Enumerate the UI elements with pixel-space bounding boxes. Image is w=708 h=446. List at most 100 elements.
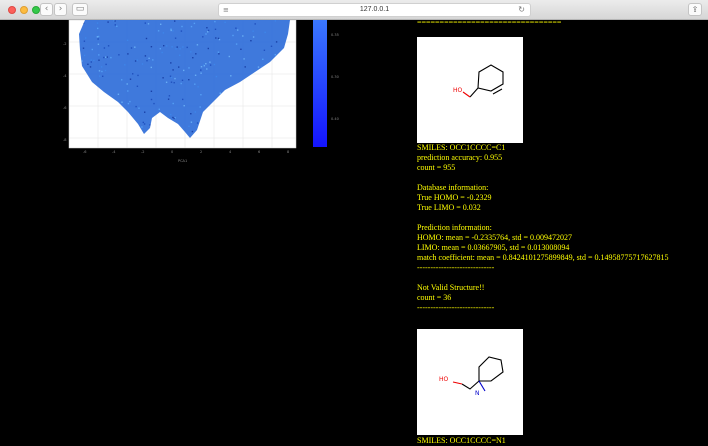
close-window-button[interactable] [8,6,16,14]
scatter-speck [200,66,203,68]
scatter-speck [174,77,176,80]
scatter-speck [126,83,128,85]
scatter-speck [174,117,176,119]
scatter-speck [127,53,129,55]
scatter-speck [214,28,217,30]
scatter-speck [195,53,197,55]
scatter-speck [90,61,92,63]
scatter-speck [162,77,164,79]
scatter-speck [161,51,163,54]
scatter-speck [144,55,147,57]
scatter-speck [82,47,85,49]
scatter-speck [141,63,144,65]
scatter-speck [181,25,183,28]
scatter-speck [110,56,112,59]
minimize-window-button[interactable] [20,6,28,14]
scatter-speck [170,28,172,30]
forward-button[interactable]: › [54,3,67,16]
scatter-speck [97,43,100,45]
scatter-speck [87,63,89,65]
scatter-speck [224,21,226,23]
scatter-speck [170,113,172,116]
scatter-speck [107,21,109,23]
scatter-speck [98,54,100,56]
scatter-speck [83,54,86,57]
scatter-speck [206,27,208,29]
reload-icon[interactable]: ↻ [518,4,525,16]
scatter-speck [172,69,174,71]
scatter-speck [136,59,138,61]
scatter-speck [183,105,185,107]
share-button[interactable]: ⇪ [688,3,702,16]
scatter-speck [194,111,196,113]
scatter-speck [143,123,146,125]
scatter-speck [114,24,116,26]
molecule-2-hydroxyl-label: HO [439,376,449,383]
scatter-speck [263,49,266,51]
scatter-speck [270,45,273,47]
scatter-speck [137,74,139,77]
x-tick-8: 8 [287,150,289,154]
scatter-speck [103,56,105,59]
scatter-speck [93,59,95,62]
scatter-speck [175,48,177,50]
scatter-speck [254,23,256,25]
scatter-speck [206,68,208,70]
molecule-2-smiles: SMILES: OCC1CCCC=N1 [417,436,506,445]
scatter-speck [104,69,107,72]
scatter-speck [136,85,139,87]
colorbar-tick-2: 0.30 [331,75,339,79]
scatter-speck [150,46,153,48]
scatter-speck [105,63,107,66]
sidebar-button[interactable]: ▭ [72,3,88,16]
scatter-speck [232,34,234,37]
address-bar[interactable]: ≡ 127.0.0.1 ↻ [218,3,531,17]
scatter-speck [274,54,276,56]
scatter-speck [243,58,245,60]
scatter-speck [196,44,199,46]
top-separator: ================================ [417,20,562,27]
scatter-speck [149,124,151,126]
scatter-speck [193,22,196,25]
molecule-2-oh-bond [452,381,463,385]
match-coefficient: match coefficient: mean = 0.842410127589… [417,253,669,262]
scatter-speck [205,33,207,35]
x-tick-1: -6 [83,150,87,154]
browser-toolbar: ‹ › ▭ ≡ 127.0.0.1 ↻ ⇪ [0,0,708,20]
scatter-speck [168,95,171,97]
scatter-speck [190,113,192,115]
true-homo: True HOMO = -0.2329 [417,193,492,202]
scatter-speck [194,83,196,85]
scatter-speck [240,48,242,50]
invalid-structure-title: Not Valid Structure!! [417,283,485,292]
x-tick-5: 2 [200,150,202,154]
zoom-window-button[interactable] [32,6,40,14]
scatter-speck [188,67,190,69]
molecule-1-smiles: SMILES: OCC1CCCC=C1 [417,143,506,152]
scatter-speck [174,37,177,39]
scatter-speck [153,102,155,105]
scatter-speck [157,30,160,32]
chevron-right-icon: › [58,4,63,14]
scatter-speck [171,46,173,48]
scatter-speck [180,30,183,32]
scatter-speck [170,81,173,83]
back-button[interactable]: ‹ [40,3,53,16]
x-tick-4: 0 [171,150,173,154]
scatter-speck [218,38,221,41]
scatter-speck [145,37,148,40]
scatter-speck [176,46,178,48]
x-axis-label: PCA1 [178,159,187,163]
scatter-speck [91,48,93,51]
section-separator-2: ----------------------------- [417,303,495,312]
scatter-speck [200,94,202,96]
scatter-speck [170,62,172,64]
scatter-speck [182,46,184,48]
scatter-speck [163,45,165,47]
pca-scatter-plot: 0.35 0.30 0.40 -2 -4 -6 -8 -6 -4 -2 0 2 … [0,20,360,165]
scatter-speck [101,70,103,73]
scatter-speck [235,27,237,29]
scatter-speck [190,121,193,123]
scatter-speck [97,35,100,38]
scatter-speck [207,31,209,33]
